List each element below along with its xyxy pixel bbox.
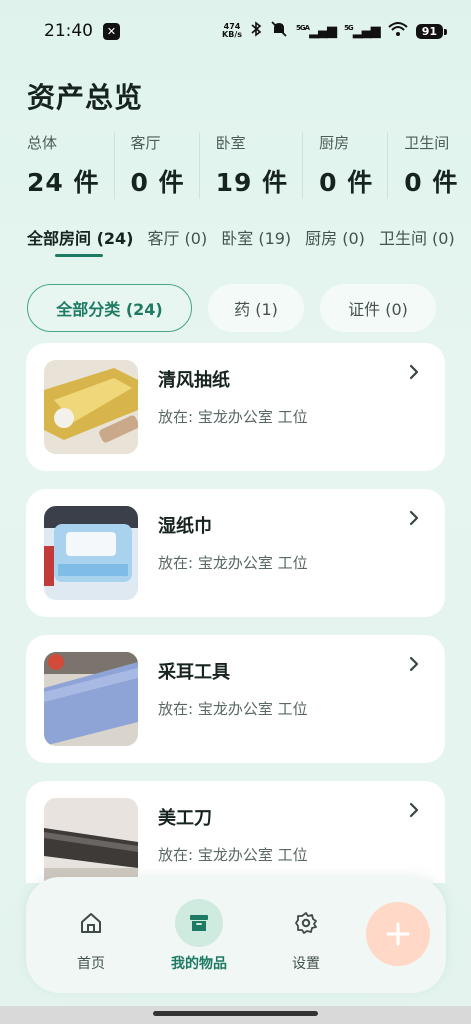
add-item-button[interactable] (366, 902, 430, 966)
item-info: 美工刀 放在: 宝龙办公室 工位 (158, 804, 308, 865)
stat-value: 0 件 (319, 168, 374, 197)
gear-icon (266, 901, 346, 945)
chevron-right-icon (409, 656, 419, 672)
item-name: 采耳工具 (158, 662, 230, 683)
chip-documents[interactable]: 证件 (0) (320, 284, 436, 332)
stat-value: 0 件 (404, 168, 459, 197)
net-speed-unit: KB/s (222, 30, 243, 39)
sim1-label: 5GA (296, 23, 310, 32)
item-location: 放在: 宝龙办公室 工位 (158, 700, 308, 718)
bluetooth-icon (250, 21, 262, 41)
item-info: 清风抽纸 放在: 宝龙办公室 工位 (158, 366, 308, 427)
chevron-right-icon (409, 510, 419, 526)
home-icon (51, 901, 131, 945)
signal-icon: 5G▂▄▆ (344, 23, 381, 39)
item-list: 清风抽纸 放在: 宝龙办公室 工位 湿纸巾 放在: 宝龙办公室 工位 采耳工具 … (26, 343, 445, 883)
nav-my-items[interactable]: 我的物品 (159, 899, 239, 973)
nav-home[interactable]: 首页 (51, 901, 131, 973)
stat-value: 24 件 (27, 168, 100, 197)
stat-living-room: 客厅 0 件 (131, 132, 200, 199)
status-bar: 21:40 ✕ 474 KB/s 5GA▂▄▆ 5G▂▄▆ 91 (0, 0, 471, 62)
nav-home-label: 首页 (77, 956, 105, 972)
wifi-icon (388, 21, 408, 41)
sim2-label: 5G (344, 23, 354, 32)
tab-bathroom[interactable]: 卫生间 (0) (379, 225, 455, 265)
status-time: 21:40 (44, 21, 93, 41)
stats-row: 总体 24 件 客厅 0 件 卧室 19 件 厨房 0 件 卫生间 0 件 (27, 132, 471, 199)
archive-box-icon (175, 899, 223, 947)
tab-bedroom[interactable]: 卧室 (19) (221, 225, 291, 265)
stat-kitchen: 厨房 0 件 (319, 132, 389, 199)
item-name: 美工刀 (158, 808, 212, 829)
wet-wipes-photo (44, 506, 138, 600)
nav-my-items-label: 我的物品 (171, 956, 227, 972)
item-location: 放在: 宝龙办公室 工位 (158, 846, 308, 864)
stat-bedroom: 卧室 19 件 (216, 132, 304, 199)
chevron-right-icon (409, 802, 419, 818)
nav-settings[interactable]: 设置 (266, 901, 346, 973)
chevron-right-icon (409, 364, 419, 380)
list-item[interactable]: 美工刀 放在: 宝龙办公室 工位 (26, 781, 445, 883)
item-name: 湿纸巾 (158, 516, 212, 537)
list-item[interactable]: 采耳工具 放在: 宝龙办公室 工位 (26, 635, 445, 763)
item-name: 清风抽纸 (158, 370, 230, 391)
nav-my-items-icon-wrap (159, 899, 239, 947)
category-chips: 全部分类 (24) 药 (1) 证件 (0) (27, 284, 436, 332)
tab-living-room[interactable]: 客厅 (0) (147, 225, 207, 265)
stat-total: 总体 24 件 (27, 132, 115, 199)
utility-knife-photo (44, 798, 138, 883)
item-info: 采耳工具 放在: 宝龙办公室 工位 (158, 658, 308, 719)
list-item[interactable]: 清风抽纸 放在: 宝龙办公室 工位 (26, 343, 445, 471)
tissue-pack-photo (44, 360, 138, 454)
tab-kitchen[interactable]: 厨房 (0) (305, 225, 365, 265)
tab-all-rooms[interactable]: 全部房间 (24) (27, 225, 133, 265)
ear-tool-photo (44, 652, 138, 746)
item-info: 湿纸巾 放在: 宝龙办公室 工位 (158, 512, 308, 573)
stat-value: 0 件 (130, 168, 185, 197)
chip-all-categories[interactable]: 全部分类 (24) (27, 284, 192, 332)
mute-icon (270, 21, 288, 41)
stat-label: 卫生间 (404, 134, 450, 152)
battery-icon: 91 (415, 23, 448, 39)
room-tabs: 全部房间 (24) 客厅 (0) 卧室 (19) 厨房 (0) 卫生间 (0) (27, 225, 471, 265)
stat-label: 厨房 (319, 134, 350, 152)
item-location: 放在: 宝龙办公室 工位 (158, 408, 308, 426)
chip-medicine[interactable]: 药 (1) (208, 284, 304, 332)
stat-label: 总体 (27, 134, 58, 152)
stat-value: 19 件 (215, 168, 289, 197)
page-title: 资产总览 (27, 81, 144, 114)
item-location: 放在: 宝龙办公室 工位 (158, 554, 308, 572)
nav-settings-label: 设置 (292, 956, 320, 972)
home-indicator[interactable] (153, 1011, 318, 1016)
stat-bathroom: 卫生间 0 件 (404, 132, 471, 199)
net-speed: 474 KB/s (222, 23, 242, 39)
stat-label: 客厅 (130, 134, 161, 152)
plus-icon (386, 922, 410, 946)
status-icons: 474 KB/s 5GA▂▄▆ 5G▂▄▆ 91 (222, 21, 448, 41)
signal-icon: 5GA▂▄▆ (296, 23, 337, 39)
stat-label: 卧室 (215, 134, 246, 152)
list-item[interactable]: 湿纸巾 放在: 宝龙办公室 工位 (26, 489, 445, 617)
x-app-icon: ✕ (103, 22, 120, 40)
